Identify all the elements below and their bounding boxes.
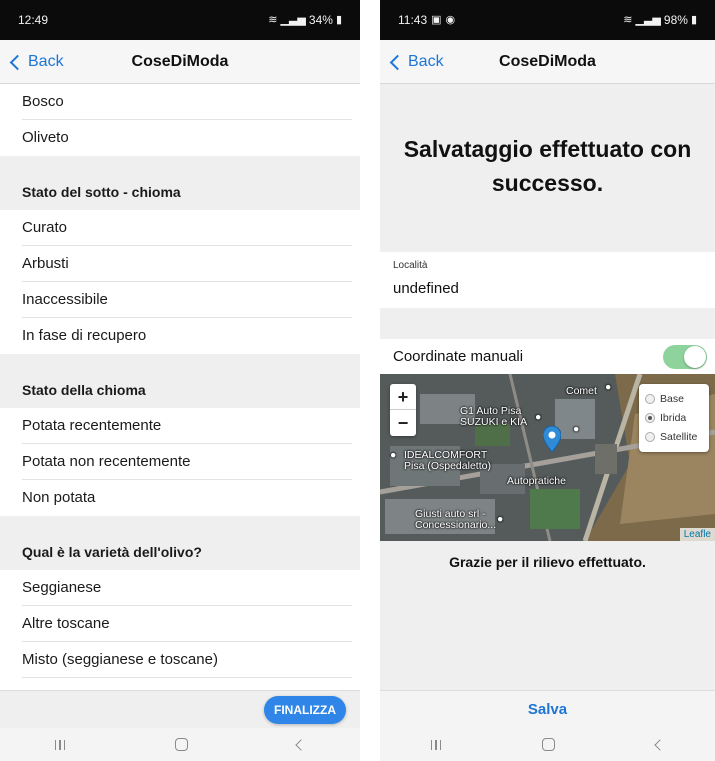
success-message: Salvataggio effettuato con successo. [403,136,692,196]
zoom-out-button[interactable]: − [390,410,416,436]
status-icons: ≋ ▁▃▅ 98% ▮ [623,13,697,27]
wifi-icon: ≋ [623,13,633,26]
left-phone-screen: 12:49 ≋ ▁▃▅ 34% ▮ Back CoseDiModa Bosco … [0,0,360,761]
gallery-notification-icon: ▣ [431,13,442,26]
manual-coordinates-toggle[interactable] [663,344,707,369]
poi-marker-icon: ● [497,513,504,525]
section-header: Stato del sotto - chioma [0,174,360,210]
map-label-autopratiche: Autopratiche [507,475,566,487]
right-phone-screen: 11:43 ▣ ◉ ≋ ▁▃▅ 98% ▮ Back CoseDiModa Sa… [380,0,715,761]
location-label: Località [393,260,428,271]
back-label: Back [408,53,444,70]
layer-option-ibrida[interactable]: Ibrida [645,408,703,427]
battery-percent: 98% [663,13,688,27]
map-view[interactable]: Comet ● G1 Auto Pisa SUZUKI e KIA ● ● IDE… [380,374,715,541]
list-item[interactable]: Misto (seggianese e toscane) [0,642,360,678]
save-button[interactable]: Salva [380,690,715,728]
map-layer-selector: Base Ibrida Satellite [639,384,709,452]
battery-percent: 34% [308,13,333,27]
section-gap [0,354,360,372]
home-icon[interactable] [174,738,188,751]
status-left: 11:43 ▣ ◉ [398,13,455,27]
status-time: 12:49 [18,13,49,27]
status-bar: 12:49 ≋ ▁▃▅ 34% ▮ [0,0,360,40]
camera-notification-icon: ◉ [445,13,456,26]
options-list: Bosco Oliveto Stato del sotto - chioma C… [0,84,360,690]
list-item[interactable]: Altre toscane [0,606,360,642]
location-pin-icon[interactable] [543,426,561,452]
map-label-idealcomfort: IDEALCOMFORT Pisa (Ospedaletto) [404,449,491,472]
poi-marker-icon: ● [535,411,542,423]
back-button[interactable]: Back [9,40,64,84]
recent-apps-icon[interactable] [54,739,66,750]
map-label-giusti-auto: Giusti auto srl - Concessionario... [415,508,497,531]
bottom-action-bar: FINALIZZA [0,690,360,728]
confirmation-content: Salvataggio effettuato con successo. Loc… [380,84,715,728]
status-bar: 11:43 ▣ ◉ ≋ ▁▃▅ 98% ▮ [380,0,715,40]
signal-icon: ▁▃▅ [280,13,306,26]
radio-icon [645,431,655,442]
section-gap [0,516,360,534]
list-item[interactable]: In fase di recupero [0,318,360,354]
home-icon[interactable] [542,738,556,751]
back-label: Back [28,53,64,70]
chevron-left-icon [389,54,406,71]
list-item[interactable]: Seggianese [0,570,360,606]
list-item[interactable]: Potata non recentemente [0,444,360,480]
map-zoom-control: + − [390,384,416,436]
back-arrow-icon[interactable] [654,738,667,751]
battery-icon: ▮ [690,13,697,26]
list-item[interactable]: Bosco [0,84,360,120]
list-item[interactable]: Arbusti [0,246,360,282]
section-gap [0,156,360,174]
nav-bar: Back CoseDiModa [0,40,360,84]
thanks-message: Grazie per il rilievo effettuato. [449,554,646,570]
manual-coordinates-label: Coordinate manuali [393,348,524,365]
nav-title: CoseDiModa [499,52,596,70]
zoom-in-button[interactable]: + [390,384,416,410]
radio-icon [645,393,655,404]
signal-icon: ▁▃▅ [635,13,661,26]
list-item[interactable]: Non potata [0,480,360,516]
poi-marker-icon: ● [390,449,397,461]
status-time: 11:43 [398,13,428,27]
manual-coordinates-row: Coordinate manuali [380,339,715,374]
map-label-g1-auto: G1 Auto Pisa SUZUKI e KIA [460,405,528,428]
finalize-button[interactable]: FINALIZZA [264,696,346,724]
list-item[interactable]: Oliveto [0,120,360,156]
status-icons: ≋ ▁▃▅ 34% ▮ [268,13,342,27]
location-field: Località undefined [380,252,715,308]
section-header: Stato della chioma [0,372,360,408]
list-item[interactable]: Potata recentemente [0,408,360,444]
poi-marker-icon: ● [605,381,612,393]
map-label-comet: Comet [566,385,597,397]
wifi-icon: ≋ [268,13,278,26]
back-arrow-icon[interactable] [295,738,307,751]
recent-apps-icon[interactable] [430,739,442,750]
radio-selected-icon [645,412,655,423]
list-item[interactable]: Curato [0,210,360,246]
layer-option-satellite[interactable]: Satellite [645,427,703,446]
battery-icon: ▮ [335,13,342,26]
layer-option-base[interactable]: Base [645,389,703,408]
nav-title: CoseDiModa [131,52,229,70]
list-item[interactable]: Inaccessibile [0,282,360,318]
chevron-left-icon [9,54,26,71]
android-nav-bar [0,728,360,761]
nav-bar: Back CoseDiModa [380,40,715,84]
toggle-knob [684,345,706,368]
map-attribution-link[interactable]: Leafle [679,528,715,541]
android-nav-bar [380,728,715,761]
back-button[interactable]: Back [389,40,444,84]
location-value: undefined [393,280,459,297]
section-header: Qual è la varietà dell'olivo? [0,534,360,570]
poi-marker-icon: ● [573,423,580,435]
